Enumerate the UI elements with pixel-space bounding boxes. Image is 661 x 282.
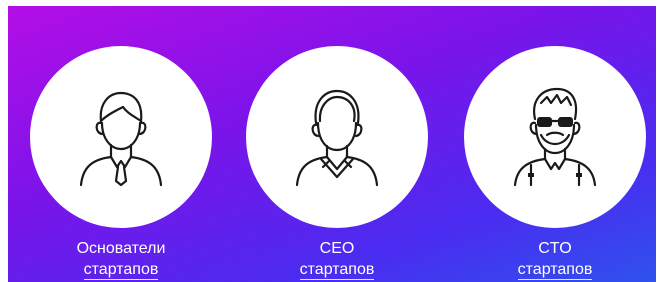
ceo-avatar-icon [295, 89, 379, 187]
card-label: Основатели стартапов [20, 238, 222, 280]
card-label: CEO стартапов [236, 238, 438, 280]
card-role: CTO [538, 240, 572, 257]
card-cto: CTO стартапов [464, 6, 656, 282]
card-link[interactable]: стартапов [517, 261, 593, 280]
founder-avatar-icon [79, 91, 163, 187]
card-link[interactable]: стартапов [83, 261, 159, 280]
card-ceo: CEO стартапов [246, 6, 446, 282]
avatar-circle [246, 46, 428, 228]
card-link[interactable]: стартапов [299, 261, 375, 280]
card-role: Основатели [76, 240, 166, 257]
avatar-circle [30, 46, 212, 228]
audience-banner: Основатели стартапов CEO стартапов CTO с… [8, 6, 656, 282]
avatar-circle [464, 46, 646, 228]
card-label: CTO стартапов [454, 238, 656, 280]
card-founders: Основатели стартапов [30, 6, 230, 282]
card-role: CEO [319, 240, 355, 257]
cto-avatar-icon [513, 87, 597, 187]
